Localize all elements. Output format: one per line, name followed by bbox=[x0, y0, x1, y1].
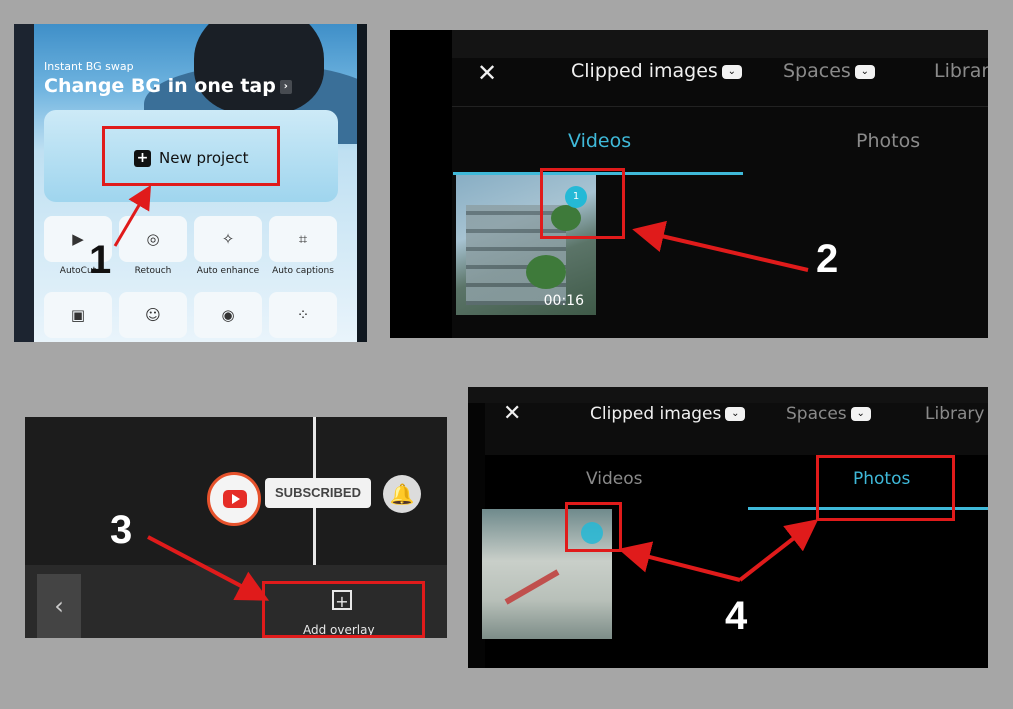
arrow-step-3 bbox=[147, 535, 270, 601]
arrow-step-4b bbox=[738, 519, 819, 582]
step-label-2: 2 bbox=[816, 237, 839, 281]
step-label-1: 1 bbox=[89, 238, 112, 282]
arrow-step-1 bbox=[113, 184, 152, 247]
step-label-3: 3 bbox=[110, 508, 133, 552]
arrow-step-2 bbox=[632, 220, 809, 272]
arrow-step-4a bbox=[618, 541, 741, 582]
step-label-4: 4 bbox=[725, 594, 748, 638]
annotation-arrows bbox=[113, 184, 819, 601]
